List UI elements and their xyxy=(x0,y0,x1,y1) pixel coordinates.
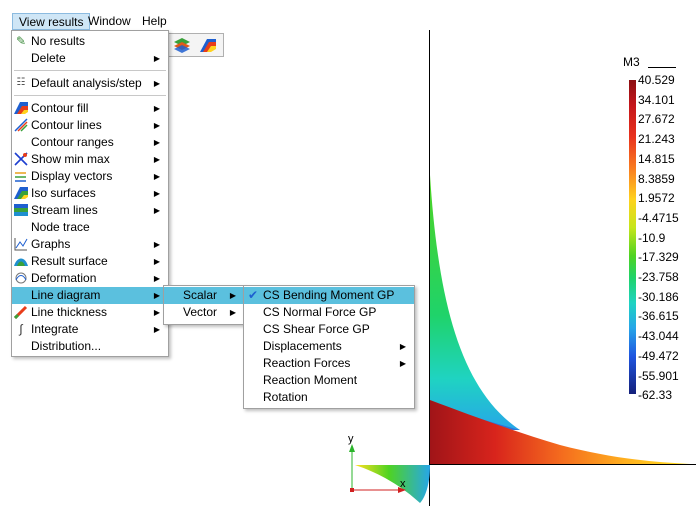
legend-tick-label: 27.672 xyxy=(638,112,675,127)
deformation-icon xyxy=(14,271,28,285)
legend-tick-label: -62.33 xyxy=(638,388,673,403)
menu-separator xyxy=(14,70,166,71)
submenu-arrow-icon: ▶ xyxy=(153,257,160,266)
submenu-arrow-icon: ▶ xyxy=(153,274,160,283)
legend-tick-label: -43.044 xyxy=(638,329,679,344)
legend-tick-label: 8.3859 xyxy=(638,171,675,186)
menu-item-graphs[interactable]: Graphs ▶ xyxy=(12,236,168,253)
submenu-arrow-icon: ▶ xyxy=(153,240,160,249)
stream-lines-icon xyxy=(14,203,28,217)
menu-item-iso-surfaces[interactable]: Iso surfaces ▶ xyxy=(12,185,168,202)
submenu-arrow-icon: ▶ xyxy=(229,308,236,317)
submenu-arrow-icon: ▶ xyxy=(153,189,160,198)
menu-item-no-results[interactable]: ✎ No results xyxy=(12,33,168,50)
menu-item-cs-normal-force-gp[interactable]: CS Normal Force GP xyxy=(244,304,414,321)
legend-tick-label: 34.101 xyxy=(638,92,675,107)
menu-item-default-analysis-step[interactable]: ☷ Default analysis/step ▶ xyxy=(12,75,168,92)
line-thickness-icon xyxy=(13,305,28,320)
vertical-diagram-fill xyxy=(430,175,520,430)
y-axis-label: y xyxy=(348,433,354,445)
legend-tick-label: -36.615 xyxy=(638,309,679,324)
min-max-icon xyxy=(14,152,28,166)
contour-fill-icon xyxy=(14,101,28,115)
submenu-arrow-icon: ▶ xyxy=(153,206,160,215)
line-diagram-submenu: Scalar ▶ Vector ▶ xyxy=(163,285,245,325)
legend-color-bar xyxy=(629,80,636,394)
analysis-step-icon: ☷ xyxy=(16,77,26,88)
menu-item-vector[interactable]: Vector ▶ xyxy=(164,304,244,321)
submenu-arrow-icon: ▶ xyxy=(229,291,236,300)
legend-tick-label: 40.529 xyxy=(638,73,675,87)
legend-underline xyxy=(648,67,676,68)
menu-item-contour-lines[interactable]: Contour lines ▶ xyxy=(12,117,168,134)
legend-tick-label: 1.9572 xyxy=(638,191,675,206)
menu-item-cs-shear-force-gp[interactable]: CS Shear Force GP xyxy=(244,321,414,338)
legend-tick-label: -30.186 xyxy=(638,289,679,304)
submenu-arrow-icon: ▶ xyxy=(399,342,406,351)
submenu-arrow-icon: ▶ xyxy=(153,104,160,113)
menu-item-line-thickness[interactable]: Line thickness ▶ xyxy=(12,304,168,321)
layers-icon[interactable] xyxy=(173,37,191,53)
legend-tick-label: -4.4715 xyxy=(638,210,679,225)
no-results-icon: ✎ xyxy=(15,34,27,48)
menu-item-show-min-max[interactable]: Show min max ▶ xyxy=(12,151,168,168)
menu-item-displacements[interactable]: Displacements ▶ xyxy=(244,338,414,355)
menu-separator xyxy=(14,95,166,96)
submenu-arrow-icon: ▶ xyxy=(153,308,160,317)
iso-surfaces-icon xyxy=(14,186,28,200)
result-surface-icon xyxy=(14,254,28,268)
checkmark-icon: ✔ xyxy=(247,288,259,302)
legend-tick-label: -17.329 xyxy=(638,250,679,265)
legend-title: M3 xyxy=(623,55,640,69)
menu-help[interactable]: Help xyxy=(136,13,173,30)
menu-item-scalar[interactable]: Scalar ▶ xyxy=(164,287,244,304)
submenu-arrow-icon: ▶ xyxy=(153,155,160,164)
legend-tick-label: -49.472 xyxy=(638,348,679,363)
menu-item-result-surface[interactable]: Result surface ▶ xyxy=(12,253,168,270)
scalar-submenu: ✔ CS Bending Moment GP CS Normal Force G… xyxy=(243,285,415,409)
vectors-icon xyxy=(14,169,28,183)
legend-tick-label: -10.9 xyxy=(638,230,666,245)
x-axis-label: x xyxy=(400,478,406,490)
integrate-icon: ∫ xyxy=(19,322,23,336)
submenu-arrow-icon: ▶ xyxy=(153,291,160,300)
menu-item-rotation[interactable]: Rotation xyxy=(244,389,414,406)
menu-item-contour-fill[interactable]: Contour fill ▶ xyxy=(12,100,168,117)
submenu-arrow-icon: ▶ xyxy=(153,325,160,334)
menu-item-line-diagram[interactable]: Line diagram ▶ xyxy=(12,287,168,304)
menu-item-reaction-forces[interactable]: Reaction Forces ▶ xyxy=(244,355,414,372)
legend-tick-label: -55.901 xyxy=(638,368,679,383)
view-results-menu: ✎ No results Delete ▶ ☷ Default analysis… xyxy=(11,30,169,357)
submenu-arrow-icon: ▶ xyxy=(153,79,160,88)
submenu-arrow-icon: ▶ xyxy=(153,138,160,147)
legend-tick-label: 21.243 xyxy=(638,132,675,147)
menu-window[interactable]: Window xyxy=(82,13,137,30)
submenu-arrow-icon: ▶ xyxy=(399,359,406,368)
legend-tick-label: 14.815 xyxy=(638,151,675,166)
menu-view-results[interactable]: View results xyxy=(12,13,91,30)
menu-item-reaction-moment[interactable]: Reaction Moment xyxy=(244,372,414,389)
submenu-arrow-icon: ▶ xyxy=(153,121,160,130)
submenu-arrow-icon: ▶ xyxy=(153,172,160,181)
menu-item-stream-lines[interactable]: Stream lines ▶ xyxy=(12,202,168,219)
menu-item-node-trace[interactable]: Node trace xyxy=(12,219,168,236)
menu-item-delete[interactable]: Delete ▶ xyxy=(12,50,168,67)
legend-tick-label: -23.758 xyxy=(638,270,679,284)
menu-item-integrate[interactable]: ∫ Integrate ▶ xyxy=(12,321,168,338)
menu-item-contour-ranges[interactable]: Contour ranges ▶ xyxy=(12,134,168,151)
menu-item-distribution[interactable]: Distribution... xyxy=(12,338,168,355)
toolbar-strip xyxy=(168,33,224,57)
graphs-icon xyxy=(14,237,28,251)
submenu-arrow-icon: ▶ xyxy=(153,54,160,63)
menu-item-deformation[interactable]: Deformation ▶ xyxy=(12,270,168,287)
menu-item-display-vectors[interactable]: Display vectors ▶ xyxy=(12,168,168,185)
menu-item-cs-bending-moment-gp[interactable]: ✔ CS Bending Moment GP xyxy=(244,287,414,304)
menu-bar: View results Window Help xyxy=(0,0,430,30)
contour-lines-icon xyxy=(14,118,28,132)
contour-fill-toolbar-icon[interactable] xyxy=(199,37,217,53)
